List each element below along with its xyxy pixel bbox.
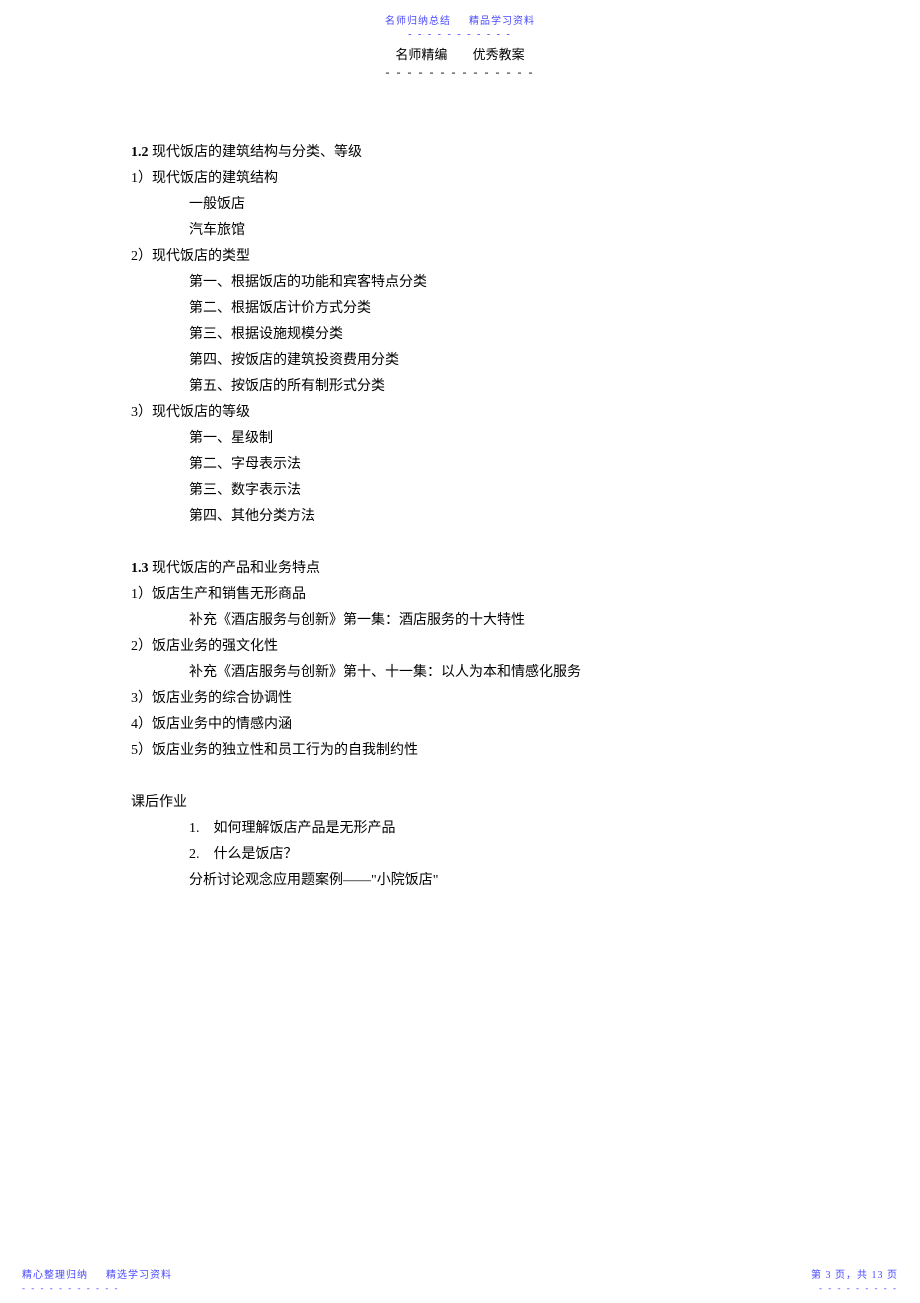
line-item: 第五、按饭店的所有制形式分类 xyxy=(131,374,791,400)
footer-left-b: 精选学习资料 xyxy=(106,1270,172,1281)
section-title: 现代饭店的建筑结构与分类、等级 xyxy=(149,145,363,160)
line-item: 一般饭店 xyxy=(131,192,791,218)
line-item: 第三、根据设施规模分类 xyxy=(131,322,791,348)
page-total: 13 xyxy=(872,1270,884,1281)
line-item: 2）现代饭店的类型 xyxy=(131,244,791,270)
footer-left: 精心整理归纳 精选学习资料 - - - - - - - - - - - xyxy=(22,1266,172,1293)
page-mid: 页，共 xyxy=(832,1270,872,1281)
section-num: 1.2 xyxy=(131,145,149,160)
line-item: 1）现代饭店的建筑结构 xyxy=(131,166,791,192)
line-item: 汽车旅馆 xyxy=(131,218,791,244)
top-watermark-left: 名师归纳总结 xyxy=(385,16,451,27)
line-item: 4）饭店业务中的情感内涵 xyxy=(131,712,791,738)
line-item: 第四、按饭店的建筑投资费用分类 xyxy=(131,348,791,374)
line-item: 第一、根据饭店的功能和宾客特点分类 xyxy=(131,270,791,296)
footer-right: 第 3 页，共 13 页 - - - - - - - - - xyxy=(811,1266,898,1293)
line-item: 1）饭店生产和销售无形商品 xyxy=(131,582,791,608)
line-item: 第二、字母表示法 xyxy=(131,452,791,478)
line-item: 2）饭店业务的强文化性 xyxy=(131,634,791,660)
sub-dashline: - - - - - - - - - - - - - - xyxy=(0,65,920,80)
spacer xyxy=(131,764,791,790)
line-item: 补充《酒店服务与创新》第十、十一集：以人为本和情感化服务 xyxy=(131,660,791,686)
section-1-3-heading: 1.3 现代饭店的产品和业务特点 xyxy=(131,556,791,582)
line-item: 第一、星级制 xyxy=(131,426,791,452)
line-item: 3）饭店业务的综合协调性 xyxy=(131,686,791,712)
page-suffix: 页 xyxy=(884,1270,899,1281)
section-num: 1.3 xyxy=(131,561,149,576)
homework-title: 课后作业 xyxy=(131,790,791,816)
document-body: 1.2 现代饭店的建筑结构与分类、等级 1）现代饭店的建筑结构 一般饭店 汽车旅… xyxy=(131,140,791,894)
line-item: 5）饭店业务的独立性和员工行为的自我制约性 xyxy=(131,738,791,764)
homework-item: 1. 如何理解饭店产品是无形产品 xyxy=(131,816,791,842)
line-item: 第三、数字表示法 xyxy=(131,478,791,504)
sub-header-left: 名师精编 xyxy=(395,47,447,62)
line-item: 3）现代饭店的等级 xyxy=(131,400,791,426)
section-title: 现代饭店的产品和业务特点 xyxy=(149,561,321,576)
line-item: 第四、其他分类方法 xyxy=(131,504,791,530)
page-prefix: 第 xyxy=(811,1270,826,1281)
spacer xyxy=(131,530,791,556)
top-watermark: 名师归纳总结 精品学习资料 - - - - - - - - - - - xyxy=(0,12,920,40)
footer-right-dash: - - - - - - - - - xyxy=(811,1283,898,1293)
section-1-2-heading: 1.2 现代饭店的建筑结构与分类、等级 xyxy=(131,140,791,166)
top-watermark-right: 精品学习资料 xyxy=(469,16,535,27)
sub-header: 名师精编 优秀教案 - - - - - - - - - - - - - - xyxy=(0,44,920,80)
footer-left-a: 精心整理归纳 xyxy=(22,1270,88,1281)
line-item: 第二、根据饭店计价方式分类 xyxy=(131,296,791,322)
footer-left-dash: - - - - - - - - - - - xyxy=(22,1283,172,1293)
line-item: 补充《酒店服务与创新》第一集：酒店服务的十大特性 xyxy=(131,608,791,634)
homework-item: 2. 什么是饭店？ xyxy=(131,842,791,868)
homework-item: 分析讨论观念应用题案例——"小院饭店" xyxy=(131,868,791,894)
top-dashline: - - - - - - - - - - - xyxy=(0,29,920,40)
sub-header-right: 优秀教案 xyxy=(473,47,525,62)
